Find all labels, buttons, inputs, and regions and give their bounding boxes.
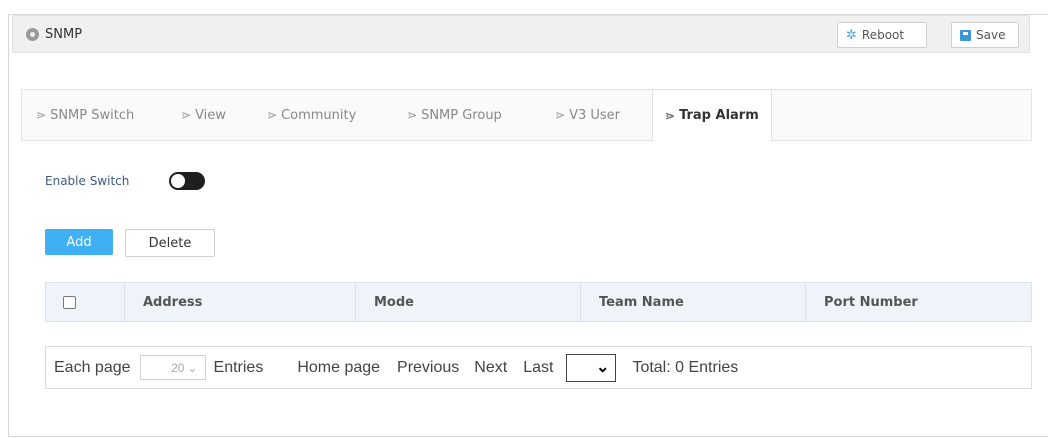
- snmp-circle-icon: [26, 28, 39, 41]
- last-link[interactable]: Last: [523, 359, 553, 377]
- reboot-button[interactable]: ✲ Reboot: [837, 22, 927, 48]
- entries-label: Entries: [213, 358, 264, 376]
- tab-label: V3 User: [569, 107, 620, 123]
- reboot-label: Reboot: [861, 28, 905, 42]
- toggle-knob: [171, 174, 185, 188]
- tab-bar: ⋗ SNMP Switch ⋗ View ⋗ Community ⋗ SNMP …: [21, 89, 1032, 141]
- column-header-mode[interactable]: Mode: [356, 283, 581, 321]
- pagination-bar: Each page 20 ⌄ Entries Home page Previou…: [45, 346, 1032, 389]
- select-all-cell: [46, 283, 125, 321]
- delete-button[interactable]: Delete: [125, 229, 215, 257]
- chevron-right-icon: ⋗: [36, 108, 47, 122]
- table-header: Address Mode Team Name Port Number: [45, 282, 1032, 322]
- enable-switch-label: Enable Switch: [45, 174, 130, 188]
- column-header-port-number[interactable]: Port Number: [806, 283, 1031, 321]
- total-entries: Total: 0 Entries: [632, 358, 739, 376]
- enable-switch-toggle[interactable]: [169, 172, 205, 190]
- tab-label: View: [195, 107, 226, 123]
- tab-v3-user[interactable]: ⋗ V3 User: [555, 90, 620, 140]
- chevron-right-icon: ⋗: [555, 108, 566, 122]
- add-button[interactable]: Add: [45, 229, 113, 255]
- chevron-right-icon: ⋗: [267, 108, 278, 122]
- save-label: Save: [976, 28, 1006, 42]
- chevron-down-icon: ⌄: [187, 360, 198, 375]
- page-jump-select[interactable]: ⌄: [566, 353, 617, 382]
- page-size-value: 20: [171, 360, 185, 375]
- page-size-select[interactable]: 20 ⌄: [139, 355, 206, 380]
- tab-label: Community: [281, 107, 357, 123]
- tab-community[interactable]: ⋗ Community: [267, 90, 356, 140]
- tab-trap-alarm[interactable]: ⋗ Trap Alarm: [652, 90, 772, 141]
- tab-label: SNMP Group: [421, 107, 502, 123]
- chevron-right-icon: ⋗: [665, 108, 676, 123]
- tab-label: SNMP Switch: [50, 107, 135, 123]
- column-header-address[interactable]: Address: [125, 283, 356, 321]
- each-page-label: Each page: [54, 358, 131, 376]
- reboot-icon: ✲: [846, 27, 857, 43]
- next-link[interactable]: Next: [474, 359, 507, 377]
- chevron-right-icon: ⋗: [407, 108, 418, 122]
- tab-snmp-switch[interactable]: ⋗ SNMP Switch: [36, 90, 134, 140]
- save-icon: [960, 29, 971, 41]
- page-header: SNMP ✲ Reboot Save: [12, 15, 1030, 53]
- tab-view[interactable]: ⋗ View: [181, 90, 226, 140]
- home-page-link[interactable]: Home page: [297, 359, 380, 377]
- previous-link[interactable]: Previous: [397, 359, 459, 377]
- column-header-team-name[interactable]: Team Name: [581, 283, 806, 321]
- chevron-down-icon: ⌄: [596, 358, 610, 376]
- tab-snmp-group[interactable]: ⋗ SNMP Group: [407, 90, 502, 140]
- page-title: SNMP: [45, 27, 83, 42]
- tab-label: Trap Alarm: [679, 108, 759, 123]
- save-button[interactable]: Save: [951, 22, 1019, 48]
- chevron-right-icon: ⋗: [181, 108, 192, 122]
- select-all-checkbox[interactable]: [63, 295, 76, 309]
